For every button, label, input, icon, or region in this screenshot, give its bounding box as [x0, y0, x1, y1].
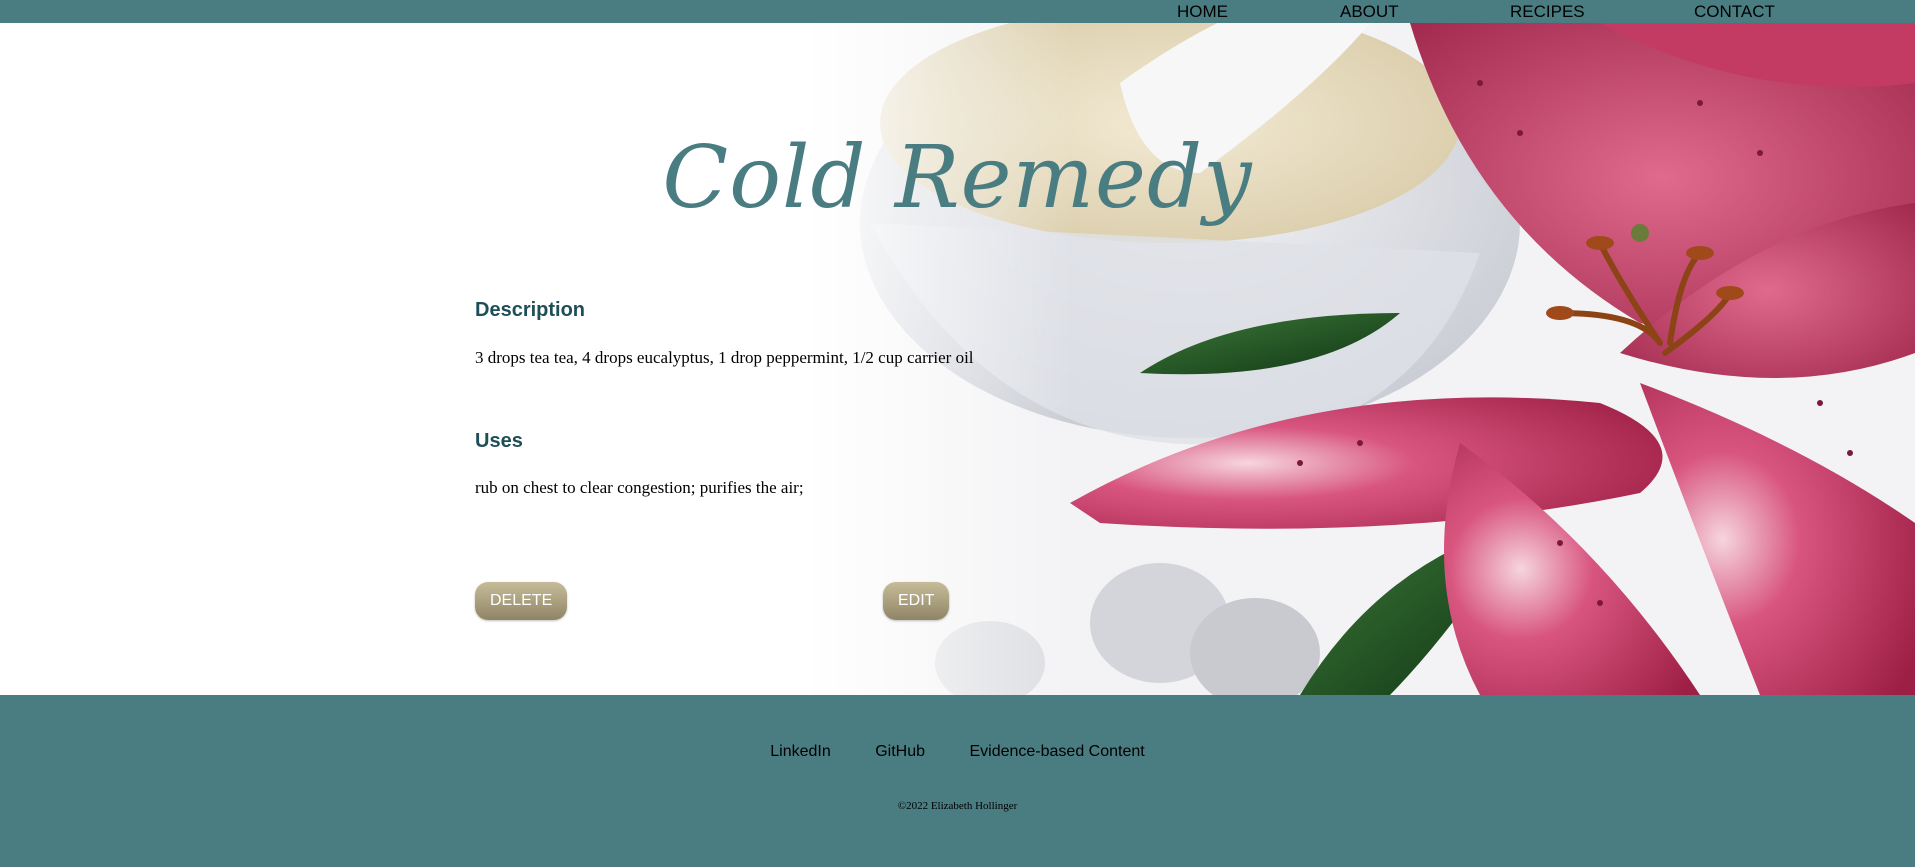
nav-link-contact[interactable]: CONTACT [1694, 2, 1775, 22]
delete-button[interactable]: DELETE [475, 582, 568, 620]
edit-button[interactable]: EDIT [883, 582, 950, 620]
recipe-hero: Cold Remedy Description 3 drops tea tea,… [0, 23, 1915, 695]
nav-link-recipes[interactable]: RECIPES [1510, 2, 1585, 22]
top-navigation: HOME ABOUT RECIPES CONTACT [0, 0, 1915, 23]
footer-link-github[interactable]: GitHub [875, 743, 925, 761]
nav-link-home[interactable]: HOME [1177, 2, 1228, 22]
footer: LinkedIn GitHub Evidence-based Content ©… [0, 695, 1915, 867]
copyright-text: ©2022 Elizabeth Hollinger [897, 800, 1018, 812]
uses-heading: Uses [475, 430, 523, 452]
uses-text: rub on chest to clear congestion; purifi… [475, 478, 804, 497]
description-heading: Description [475, 299, 586, 321]
footer-link-evidence-based-content[interactable]: Evidence-based Content [969, 743, 1144, 761]
description-text: 3 drops tea tea, 4 drops eucalyptus, 1 d… [475, 348, 974, 367]
footer-links: LinkedIn GitHub Evidence-based Content [0, 743, 1915, 761]
nav-link-about[interactable]: ABOUT [1340, 2, 1399, 22]
footer-link-linkedin[interactable]: LinkedIn [770, 743, 831, 761]
recipe-title: Cold Remedy [662, 128, 1253, 228]
